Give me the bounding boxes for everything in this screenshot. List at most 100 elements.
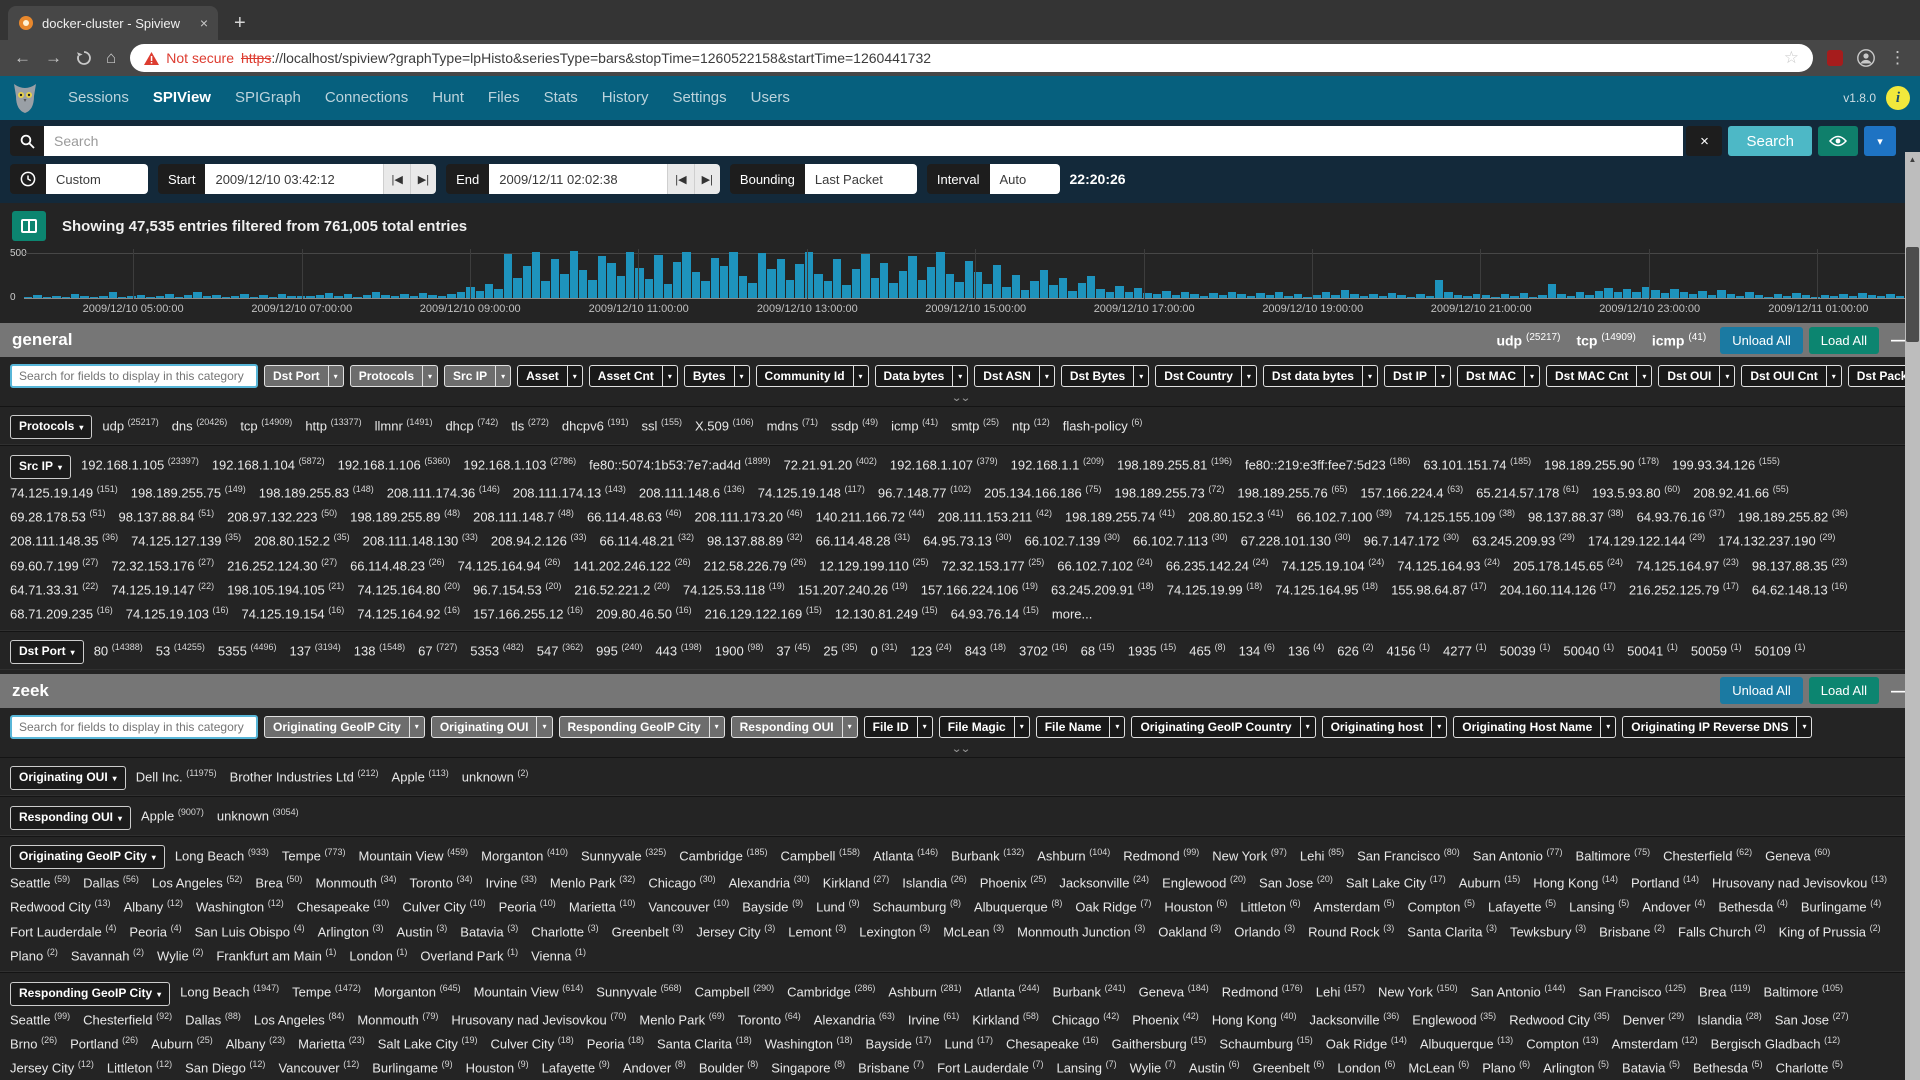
field-value[interactable]: Houston (6) — [1164, 893, 1227, 917]
field-value[interactable]: 205.178.145.65 (24) — [1513, 552, 1623, 576]
field-value[interactable]: Sunnyvale (568) — [596, 978, 681, 1002]
field-value[interactable]: Lansing (5) — [1569, 893, 1629, 917]
field-value[interactable]: 626 (2) — [1337, 637, 1373, 661]
chevron-down-icon[interactable]: ▾ — [1134, 365, 1149, 387]
field-value[interactable]: Campbell (158) — [781, 842, 861, 866]
field-value[interactable]: 63.245.209.93 (29) — [1472, 527, 1575, 551]
field-button-data-bytes[interactable]: Data bytes▾ — [875, 365, 969, 387]
field-value[interactable]: 12.129.199.110 (25) — [819, 552, 928, 576]
field-value[interactable]: Lexington (3) — [859, 918, 930, 942]
field-value[interactable]: 198.189.255.73 (72) — [1114, 479, 1224, 503]
field-button-label[interactable]: Data bytes — [875, 365, 954, 387]
field-value[interactable]: 68 (15) — [1081, 637, 1115, 661]
field-value[interactable]: Peoria (10) — [499, 893, 556, 917]
field-button-label[interactable]: Originating host — [1322, 716, 1433, 738]
field-value[interactable]: 98.137.88.84 (51) — [119, 503, 215, 527]
field-value[interactable]: ntp (12) — [1012, 412, 1050, 436]
field-value[interactable]: 465 (8) — [1189, 637, 1225, 661]
field-value[interactable]: 198.189.255.82 (36) — [1738, 503, 1848, 527]
field-value[interactable]: 96.7.154.53 (20) — [473, 576, 561, 600]
start-snap-fwd-button[interactable]: ▶| — [410, 164, 436, 194]
field-value[interactable]: 96.7.148.77 (102) — [878, 479, 971, 503]
field-value[interactable]: Oakland (3) — [1158, 918, 1221, 942]
field-button-originating-host[interactable]: Originating host▾ — [1322, 716, 1448, 738]
field-value[interactable]: Oak Ridge (7) — [1075, 893, 1151, 917]
info-icon[interactable]: i — [1886, 86, 1910, 110]
field-value[interactable]: Bethesda (5) — [1693, 1054, 1763, 1078]
field-button-label[interactable]: Originating OUI — [431, 716, 538, 738]
field-value[interactable]: Greenbelt (3) — [612, 918, 684, 942]
field-value[interactable]: 174.129.122.144 (29) — [1588, 527, 1705, 551]
chevron-down-icon[interactable]: ▾ — [1301, 716, 1316, 738]
field-value[interactable]: Brisbane (2) — [1599, 918, 1665, 942]
field-value[interactable]: 208.92.41.66 (55) — [1693, 479, 1789, 503]
field-button-dst-mac[interactable]: Dst MAC▾ — [1457, 365, 1540, 387]
field-button-label[interactable]: Protocols — [350, 365, 423, 387]
field-value[interactable]: Baltimore (105) — [1763, 978, 1843, 1002]
chevron-down-icon[interactable]: ▾ — [1720, 365, 1735, 387]
field-button-label[interactable]: Dst Country — [1155, 365, 1242, 387]
field-value[interactable]: dhcp (742) — [445, 412, 498, 436]
field-value[interactable]: Chesapeake (10) — [297, 893, 390, 917]
field-value[interactable]: Boulder (8) — [699, 1054, 758, 1078]
field-value[interactable]: Orlando (3) — [1234, 918, 1295, 942]
field-value[interactable]: Seattle (99) — [10, 1006, 70, 1030]
back-icon[interactable]: ← — [14, 48, 31, 68]
field-value[interactable]: Overland Park (1) — [420, 942, 518, 966]
field-value[interactable]: Kirkland (27) — [823, 869, 890, 893]
field-value[interactable]: dhcpv6 (191) — [562, 412, 629, 436]
field-button-label[interactable]: Originating IP Reverse DNS — [1622, 716, 1797, 738]
field-value[interactable]: smtp (25) — [951, 412, 999, 436]
field-button-label[interactable]: File ID — [864, 716, 918, 738]
field-value[interactable]: Savannah (2) — [71, 942, 144, 966]
field-value[interactable]: Dell Inc. (11975) — [136, 763, 217, 787]
field-value[interactable]: 198.189.255.81 (196) — [1117, 451, 1232, 475]
field-value[interactable]: Charlotte (5) — [1776, 1054, 1843, 1078]
field-button-src-ip[interactable]: Src IP▾ — [444, 365, 511, 387]
field-value[interactable]: Peoria (18) — [587, 1030, 644, 1054]
chevron-down-icon[interactable]: ▾ — [1797, 716, 1812, 738]
field-value[interactable]: Albuquerque (8) — [974, 893, 1062, 917]
field-value[interactable]: Schaumburg (15) — [1219, 1030, 1312, 1054]
field-value[interactable]: Dallas (56) — [83, 869, 139, 893]
field-value[interactable]: 198.189.255.74 (41) — [1065, 503, 1175, 527]
field-value[interactable]: Brno (26) — [10, 1030, 57, 1054]
field-button-dst-mac-cnt[interactable]: Dst MAC Cnt▾ — [1546, 365, 1652, 387]
field-value[interactable]: 96.7.147.172 (30) — [1364, 527, 1460, 551]
field-value[interactable]: Compton (13) — [1526, 1030, 1598, 1054]
field-value[interactable]: fe80::219:e3ff:fee7:5d23 (186) — [1245, 451, 1410, 475]
field-value[interactable]: Brother Industries Ltd (212) — [230, 763, 379, 787]
field-value[interactable]: dns (20426) — [172, 412, 228, 436]
views-eye-button[interactable] — [1818, 126, 1858, 156]
page-scrollbar[interactable]: ▲ ▼ — [1905, 152, 1920, 1080]
field-value[interactable]: Austin (6) — [1189, 1054, 1240, 1078]
chevron-down-icon[interactable]: ▾ — [1525, 365, 1540, 387]
show-more-fields[interactable]: ⌄⌄ — [0, 393, 1920, 406]
field-value[interactable]: 208.111.148.35 (36) — [10, 527, 118, 551]
field-value[interactable]: Chesapeake (16) — [1006, 1030, 1099, 1054]
field-value[interactable]: 64.71.33.31 (22) — [10, 576, 98, 600]
field-value[interactable]: San Diego (12) — [185, 1054, 265, 1078]
field-value[interactable]: 192.168.1.1 (209) — [1011, 451, 1104, 475]
field-button-file-id[interactable]: File ID▾ — [864, 716, 933, 738]
field-value[interactable]: 72.32.153.177 (25) — [941, 552, 1044, 576]
field-value[interactable]: 123 (24) — [910, 637, 951, 661]
field-value[interactable]: 63.101.151.74 (185) — [1423, 451, 1531, 475]
field-value[interactable]: 74.125.19.154 (16) — [242, 600, 345, 624]
field-value[interactable]: 66.102.7.113 (30) — [1133, 527, 1228, 551]
field-value[interactable]: 98.137.88.89 (32) — [707, 527, 803, 551]
chevron-down-icon[interactable]: ▾ — [854, 365, 869, 387]
toggle-panel-button[interactable] — [12, 211, 46, 241]
not-secure-label[interactable]: Not secure — [166, 50, 234, 66]
field-value[interactable]: Lafayette (9) — [542, 1054, 610, 1078]
field-button-label[interactable]: Responding OUI — [731, 716, 843, 738]
field-button-dst-ip[interactable]: Dst IP▾ — [1384, 365, 1451, 387]
row-field-button[interactable]: Protocols▾ — [10, 415, 92, 439]
field-value[interactable]: McLean (6) — [1408, 1054, 1469, 1078]
field-value[interactable]: London (1) — [349, 942, 407, 966]
chevron-down-icon[interactable]: ▾ — [1601, 716, 1616, 738]
field-value[interactable]: Ashburn (281) — [888, 978, 961, 1002]
tab-close-icon[interactable]: × — [200, 15, 208, 31]
field-value[interactable]: Burbank (132) — [951, 842, 1024, 866]
field-value[interactable]: 37 (45) — [776, 637, 810, 661]
